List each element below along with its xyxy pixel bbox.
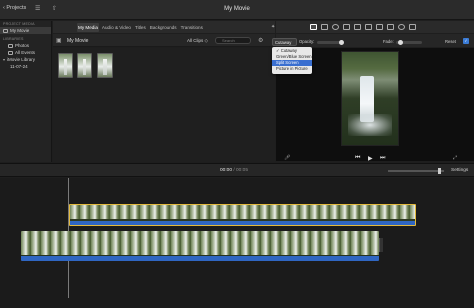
media-browser-header: ▣ My Movie All Clips ◇ Search ⚙ [53, 34, 275, 47]
sidebar-toggle-icon[interactable]: ▣ [56, 37, 62, 44]
video-frame [341, 51, 399, 146]
timeline-settings-button[interactable]: Settings [451, 168, 468, 173]
sidebar-item-label: All Events [15, 50, 36, 55]
media-thumbnail[interactable] [58, 53, 73, 78]
fade-label: Fade: [383, 39, 394, 44]
sidebar-item-label: 11-07-24 [10, 64, 28, 69]
noise-reduction-icon[interactable] [376, 24, 383, 30]
window-title: My Movie [224, 6, 250, 12]
play-icon[interactable]: ▶ [368, 155, 373, 162]
overlay-style-dropdown[interactable]: Cutaway [272, 38, 297, 46]
opacity-label: Opacity: [299, 39, 315, 44]
tab-my-media[interactable]: My Media [77, 22, 99, 32]
current-time: 00:00 [220, 168, 233, 173]
clip-end-handle[interactable] [379, 238, 383, 252]
overlay-style-menu: ✓ Cutaway Green/Blue Screen Split Screen… [272, 47, 312, 74]
rewind-icon[interactable]: ⏮ [355, 155, 360, 162]
sidebar-item-imovie-library[interactable]: ▾ iMovie Library [0, 56, 51, 63]
search-input[interactable]: Search [215, 37, 251, 44]
clip-filmstrip [21, 231, 379, 255]
stabilization-icon[interactable] [354, 24, 361, 30]
timeline-toolbar: 00:00 / 00:05 Settings [0, 163, 474, 177]
top-toolbar: ‹ Projects ☰ ⇧ My Movie [0, 0, 474, 20]
clip-filmstrip [70, 205, 415, 220]
sidebar-item-photos[interactable]: Photos [0, 42, 51, 49]
speed-icon[interactable] [387, 24, 394, 30]
apply-button[interactable]: ✓ [463, 38, 469, 44]
sidebar-item-label: My Movie [10, 28, 30, 33]
microphone-icon[interactable]: 🎤︎ [284, 155, 290, 161]
video-overlay-icon[interactable] [310, 24, 317, 30]
sidebar-item-my-movie[interactable]: My Movie [0, 27, 51, 34]
color-correction-icon[interactable] [332, 24, 339, 30]
clip-audio-waveform [70, 220, 415, 225]
opacity-slider-knob[interactable] [339, 39, 344, 45]
crop-icon[interactable] [343, 24, 350, 30]
libraries-sidebar: PROJECT MEDIA My Movie LIBRARIES Photos … [0, 21, 52, 162]
tab-backgrounds[interactable]: Backgrounds [149, 23, 178, 32]
timecode: 00:00 / 00:05 [220, 168, 249, 173]
media-tabs-bar: My Media Audio & Video Titles Background… [53, 21, 275, 33]
opacity-slider[interactable] [317, 39, 344, 45]
media-browser-title: My Movie [67, 38, 89, 44]
sidebar-item-label: iMovie Library [7, 57, 36, 62]
adjustments-toolbar: ✦ [271, 21, 474, 33]
disclosure-triangle-icon[interactable]: ▾ [3, 57, 5, 62]
sidebar-item-all-events[interactable]: All Events [0, 49, 51, 56]
media-thumbnail[interactable] [77, 53, 92, 78]
project-icon [3, 28, 8, 33]
photos-icon [8, 43, 13, 48]
tab-transitions[interactable]: Transitions [180, 23, 204, 32]
fade-slider-knob[interactable] [398, 39, 403, 45]
info-icon[interactable] [409, 24, 416, 30]
menu-item-picture-in-picture[interactable]: Picture in Picture [272, 66, 312, 72]
zoom-slider-knob[interactable] [438, 168, 441, 174]
tab-titles[interactable]: Titles [134, 23, 147, 32]
clip-audio-waveform [21, 255, 379, 261]
events-icon [8, 50, 13, 55]
fullscreen-icon[interactable]: ⤢ [453, 155, 457, 161]
clip-filter-dropdown[interactable]: All Clips ◇ [187, 38, 208, 44]
main-clip[interactable] [21, 231, 379, 261]
color-balance-icon[interactable] [321, 24, 328, 30]
gear-icon[interactable]: ⚙ [258, 37, 263, 44]
clip-filter-icon[interactable] [398, 24, 405, 30]
sidebar-item-event-date[interactable]: 11-07-24 [0, 63, 51, 70]
total-time: 00:05 [236, 168, 249, 173]
timeline-scrollbar[interactable] [0, 302, 474, 308]
tab-audio-video[interactable]: Audio & Video [101, 23, 132, 32]
media-thumbnail[interactable] [97, 53, 113, 78]
media-browser [53, 48, 275, 162]
fade-slider[interactable] [396, 39, 422, 45]
forward-icon[interactable]: ⏭ [380, 155, 385, 162]
reset-label[interactable]: Reset [445, 39, 456, 44]
timeline-zoom-slider[interactable] [388, 168, 444, 174]
sidebar-item-label: Photos [15, 43, 30, 48]
magic-wand-icon[interactable]: ✦ [271, 24, 275, 30]
overlay-clip[interactable] [69, 204, 416, 226]
volume-icon[interactable] [365, 24, 372, 30]
